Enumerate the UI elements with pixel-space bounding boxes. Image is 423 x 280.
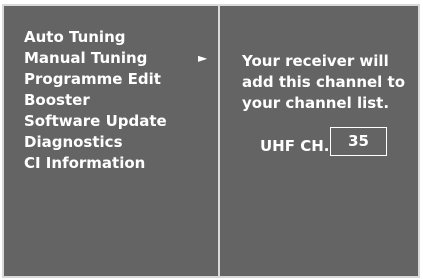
message-line: add this channel to [242,73,406,91]
uhf-channel-label: UHF CH. [260,137,330,155]
menu-item-label: Software Update [24,112,167,130]
message-line: your channel list. [242,94,390,112]
menu-item-label: Booster [24,91,90,109]
submenu-arrow-icon: ► [198,51,208,65]
menu-item-auto-tuning[interactable]: Auto Tuning [24,27,214,48]
message-line: Your receiver will [242,52,389,70]
menu-item-programme-edit[interactable]: Programme Edit [24,69,214,90]
menu-item-manual-tuning[interactable]: Manual Tuning ► [24,48,214,69]
menu-item-diagnostics[interactable]: Diagnostics [24,132,214,153]
uhf-channel-field[interactable]: 35 [330,127,387,156]
panel-divider [218,6,220,276]
menu-item-booster[interactable]: Booster [24,90,214,111]
menu-item-label: Auto Tuning [24,28,126,46]
tv-osd-menu: Auto Tuning Manual Tuning ► Programme Edi… [2,4,420,278]
menu-item-ci-information[interactable]: CI Information [24,153,214,174]
menu-item-software-update[interactable]: Software Update [24,111,214,132]
menu-item-label: Manual Tuning [24,49,148,67]
info-message: Your receiver will add this channel to y… [242,51,417,114]
menu-item-label: Programme Edit [24,70,161,88]
menu-item-label: Diagnostics [24,133,123,151]
menu-item-label: CI Information [24,154,146,172]
setup-menu-list: Auto Tuning Manual Tuning ► Programme Edi… [24,27,214,174]
